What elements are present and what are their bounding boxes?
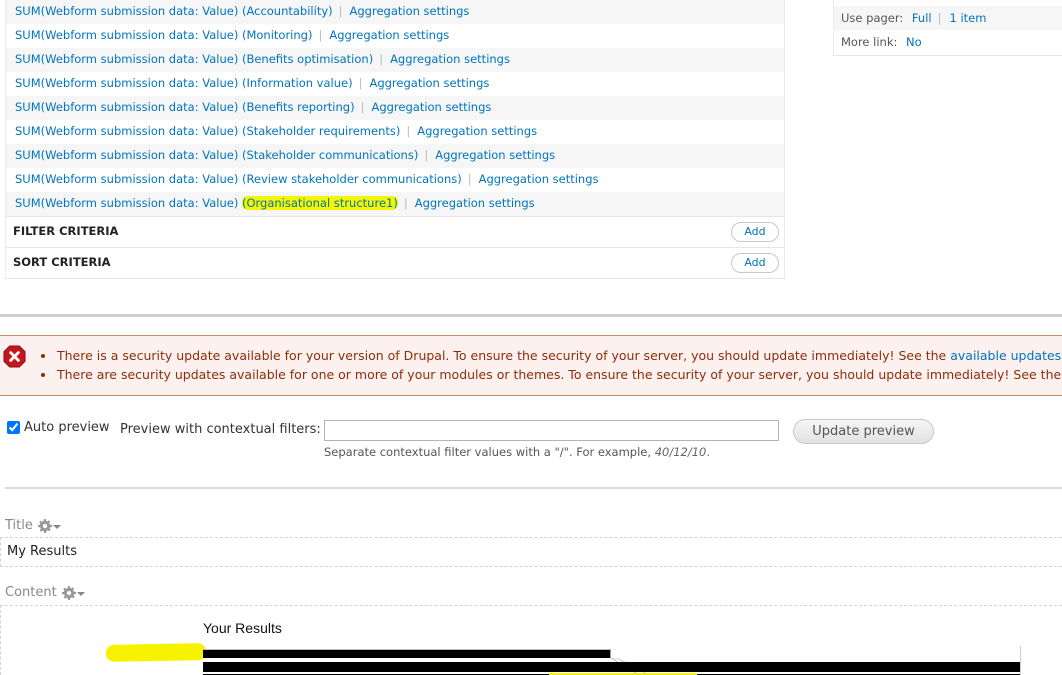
- field-link[interactable]: SUM(Webform submission data: Value) (Org…: [15, 196, 398, 210]
- view-title: My Results: [0, 537, 1062, 567]
- field-link[interactable]: SUM(Webform submission data: Value) (Acc…: [15, 4, 333, 18]
- field-link[interactable]: SUM(Webform submission data: Value) (Ben…: [15, 100, 355, 114]
- chevron-down-icon: [76, 592, 85, 596]
- separator: |: [318, 28, 323, 42]
- add-filter-button[interactable]: Add: [731, 222, 779, 242]
- separator: |: [403, 196, 408, 210]
- filter-criteria-section: FILTER CRITERIA Add: [6, 216, 784, 247]
- title-label: Title: [5, 518, 33, 533]
- field-row: SUM(Webform submission data: Value) (Mon…: [6, 24, 784, 48]
- field-label: (Benefits reporting): [241, 100, 355, 114]
- divider: [5, 487, 1062, 489]
- filter-criteria-title: FILTER CRITERIA: [13, 224, 119, 238]
- view-content: Your Results: [0, 605, 1062, 675]
- field-row: SUM(Webform submission data: Value) (Org…: [6, 192, 784, 216]
- field-label: (Review stakeholder communications): [241, 172, 462, 186]
- separator: |: [406, 124, 411, 138]
- contextual-filters-label: Preview with contextual filters:: [120, 422, 321, 437]
- error-messages: There is a security update available for…: [0, 335, 1062, 396]
- auto-preview-checkbox[interactable]: [7, 421, 20, 434]
- field-row: SUM(Webform submission data: Value) (Ben…: [6, 96, 784, 120]
- field-row: SUM(Webform submission data: Value) (Rev…: [6, 168, 784, 192]
- aggregation-settings-link[interactable]: Aggregation settings: [417, 124, 537, 138]
- field-link[interactable]: SUM(Webform submission data: Value) (Sta…: [15, 124, 400, 138]
- contextual-filters-help: Separate contextual filter values with a…: [324, 445, 710, 459]
- aggregation-settings-link[interactable]: Aggregation settings: [329, 28, 449, 42]
- field-row: SUM(Webform submission data: Value) (Ben…: [6, 48, 784, 72]
- aggregation-settings-link[interactable]: Aggregation settings: [350, 4, 470, 18]
- use-pager-row: Use pager: Full | 1 item: [834, 6, 1062, 30]
- aggregation-settings-link[interactable]: Aggregation settings: [369, 76, 489, 90]
- aggregation-settings-link[interactable]: Aggregation settings: [435, 148, 555, 162]
- message-list: There is a security update available for…: [40, 346, 1061, 384]
- aggregation-settings-link[interactable]: Aggregation settings: [415, 196, 535, 210]
- more-link-label: More link:: [841, 35, 898, 49]
- preview-controls: Auto preview Preview with contextual fil…: [0, 418, 1062, 468]
- field-row: SUM(Webform submission data: Value) (Sta…: [6, 144, 784, 168]
- field-row: SUM(Webform submission data: Value) (Acc…: [6, 0, 784, 24]
- separator: |: [379, 52, 384, 66]
- content-label-row: Content: [5, 585, 85, 600]
- update-preview-button[interactable]: Update preview: [793, 419, 934, 444]
- sort-criteria-title: SORT CRITERIA: [13, 255, 111, 269]
- sort-criteria-section: SORT CRITERIA Add: [6, 247, 784, 278]
- items-per-page-link[interactable]: 1 item: [949, 11, 986, 25]
- fields-list: SUM(Webform submission data: Value) (Acc…: [5, 0, 785, 279]
- field-link[interactable]: SUM(Webform submission data: Value) (Mon…: [15, 28, 312, 42]
- aggregation-settings-link[interactable]: Aggregation settings: [371, 100, 491, 114]
- message-item: There is a security update available for…: [40, 346, 1061, 365]
- more-link-row: More link: No: [834, 30, 1062, 54]
- gear-icon: [61, 585, 76, 600]
- gear-icon: [37, 518, 52, 533]
- title-contextual-links[interactable]: [37, 518, 61, 533]
- content-label: Content: [5, 585, 57, 600]
- field-link[interactable]: SUM(Webform submission data: Value) (Rev…: [15, 172, 462, 186]
- divider: [0, 314, 1062, 317]
- field-label: (Information value): [241, 76, 353, 90]
- field-link[interactable]: SUM(Webform submission data: Value) (Inf…: [15, 76, 353, 90]
- results-heading: Your Results: [203, 620, 282, 636]
- separator: |: [360, 100, 365, 114]
- separator: |: [358, 76, 363, 90]
- aggregation-settings-link[interactable]: Aggregation settings: [390, 52, 510, 66]
- field-label: (Monitoring): [241, 28, 313, 42]
- field-label: (Benefits optimisation): [241, 52, 374, 66]
- message-item: There are security updates available for…: [40, 365, 1061, 384]
- more-link-link[interactable]: No: [906, 35, 922, 49]
- aggregation-settings-link[interactable]: Aggregation settings: [479, 172, 599, 186]
- result-bar: [203, 662, 1020, 672]
- field-link[interactable]: SUM(Webform submission data: Value) (Sta…: [15, 148, 418, 162]
- highlighted-field-label: (Organisational structure1): [241, 196, 398, 210]
- available-updates-link[interactable]: available updates: [950, 348, 1061, 363]
- highlight-annotation: [105, 643, 207, 662]
- contextual-filters-input[interactable]: [324, 420, 779, 441]
- separator: |: [424, 148, 429, 162]
- field-row: SUM(Webform submission data: Value) (Sta…: [6, 120, 784, 144]
- field-link[interactable]: SUM(Webform submission data: Value) (Ben…: [15, 52, 373, 66]
- error-icon: [3, 345, 26, 368]
- title-label-row: Title: [5, 518, 61, 533]
- separator: |: [467, 172, 472, 186]
- content-contextual-links[interactable]: [61, 585, 85, 600]
- field-label: (Stakeholder communications): [241, 148, 419, 162]
- add-sort-button[interactable]: Add: [731, 253, 779, 273]
- help-example: 40/12/10: [654, 445, 707, 459]
- auto-preview-toggle[interactable]: Auto preview: [7, 420, 110, 435]
- separator: |: [937, 11, 942, 25]
- field-rows: SUM(Webform submission data: Value) (Acc…: [6, 0, 784, 216]
- chevron-down-icon: [52, 525, 61, 529]
- field-label: (Stakeholder requirements): [241, 124, 401, 138]
- chart-border: [1020, 646, 1021, 675]
- field-label: (Accountability): [241, 4, 333, 18]
- result-bar: [203, 649, 611, 658]
- other-settings: Use pager: Full | 1 item More link: No: [833, 0, 1062, 56]
- use-pager-link[interactable]: Full: [912, 11, 932, 25]
- separator: |: [338, 4, 343, 18]
- field-row: SUM(Webform submission data: Value) (Inf…: [6, 72, 784, 96]
- auto-preview-label: Auto preview: [24, 420, 110, 435]
- use-pager-label: Use pager:: [841, 11, 904, 25]
